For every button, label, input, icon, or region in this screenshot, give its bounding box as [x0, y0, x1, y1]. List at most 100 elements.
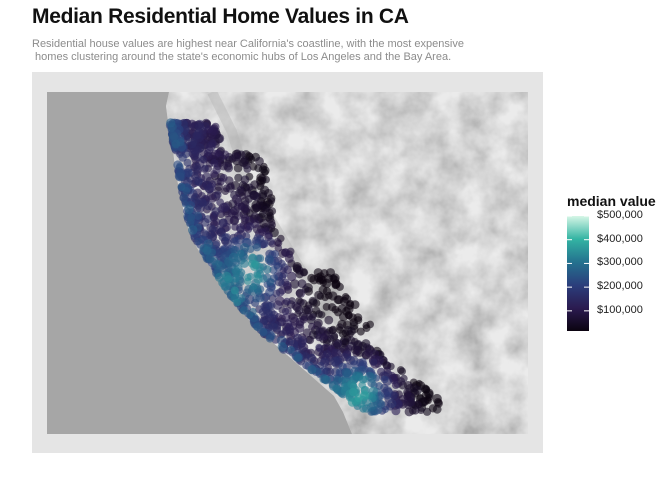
legend-label: $400,000 [597, 232, 643, 245]
data-point [370, 358, 378, 366]
data-point [188, 225, 198, 235]
legend-label: $300,000 [597, 256, 643, 269]
data-point [194, 178, 203, 186]
data-point [334, 295, 344, 305]
data-point [211, 207, 220, 216]
chart-title: Median Residential Home Values in CA [32, 5, 409, 28]
map-plot [47, 92, 528, 434]
data-point [307, 365, 317, 375]
data-point [206, 141, 216, 152]
data-point [171, 139, 181, 149]
data-point [295, 288, 306, 298]
data-point [308, 322, 316, 331]
data-point [406, 397, 416, 407]
data-point [297, 279, 307, 288]
data-point [348, 313, 357, 322]
data-point [330, 356, 340, 367]
data-point [231, 274, 240, 283]
data-point [243, 164, 252, 173]
data-point [177, 182, 186, 191]
data-point [281, 248, 291, 257]
data-point [253, 322, 261, 331]
data-point [214, 272, 224, 282]
data-point [231, 152, 241, 162]
data-point [352, 349, 360, 357]
data-point [233, 298, 241, 307]
data-point [210, 159, 219, 167]
data-point [199, 155, 207, 164]
data-point [354, 394, 363, 402]
data-point [236, 249, 245, 258]
data-point [192, 131, 201, 140]
data-point [347, 326, 356, 336]
data-point [262, 175, 270, 184]
data-point [201, 164, 209, 172]
data-point [315, 333, 324, 342]
legend-label: $200,000 [597, 280, 643, 293]
data-point [277, 342, 288, 352]
data-point [192, 162, 202, 172]
data-point [176, 162, 184, 170]
data-point [222, 271, 232, 282]
data-point [246, 222, 255, 231]
data-point [294, 353, 303, 362]
data-point [222, 184, 231, 193]
data-point [322, 375, 331, 385]
chart-subtitle: Residential house values are highest nea… [32, 38, 464, 63]
data-point [387, 398, 397, 409]
data-point [246, 183, 254, 191]
data-point [221, 233, 230, 242]
data-point [362, 324, 371, 332]
data-point [265, 287, 274, 297]
data-point [283, 297, 291, 306]
data-point [287, 346, 295, 354]
data-point [229, 207, 238, 216]
data-point [331, 305, 340, 314]
data-point [184, 204, 194, 215]
data-point [252, 243, 262, 252]
data-point [241, 214, 250, 223]
data-point [383, 391, 392, 400]
data-point [432, 393, 442, 404]
data-point [208, 225, 217, 233]
data-point [307, 273, 316, 283]
legend-label: $100,000 [597, 303, 643, 316]
data-point [268, 197, 276, 205]
data-point [331, 279, 341, 288]
data-point [175, 172, 185, 182]
legend-label: $500,000 [597, 209, 643, 221]
data-point [224, 163, 234, 173]
data-point [252, 203, 262, 213]
plot-panel [32, 72, 543, 453]
data-point [333, 339, 343, 348]
data-point [178, 153, 187, 162]
data-point [308, 296, 317, 306]
data-point [265, 334, 275, 343]
data-point [398, 367, 406, 376]
data-point [336, 323, 344, 331]
data-point [220, 150, 230, 160]
data-point [323, 350, 332, 358]
data-point [253, 271, 262, 279]
data-point [215, 260, 223, 268]
data-point [255, 156, 264, 166]
data-point [216, 198, 225, 207]
data-point [252, 294, 260, 303]
data-point [219, 218, 228, 227]
data-point [202, 180, 212, 191]
data-point [214, 191, 222, 199]
data-point [315, 344, 324, 353]
data-point [380, 375, 389, 384]
data-point [391, 381, 400, 389]
data-point [266, 302, 274, 310]
data-point [349, 387, 358, 397]
data-point [263, 265, 272, 274]
data-point [179, 193, 189, 203]
legend-colorbar [567, 216, 589, 331]
data-point [194, 237, 202, 246]
data-point [214, 149, 222, 157]
data-point [212, 165, 221, 175]
data-point [332, 384, 340, 393]
data-point [432, 404, 442, 414]
data-point [202, 246, 212, 255]
